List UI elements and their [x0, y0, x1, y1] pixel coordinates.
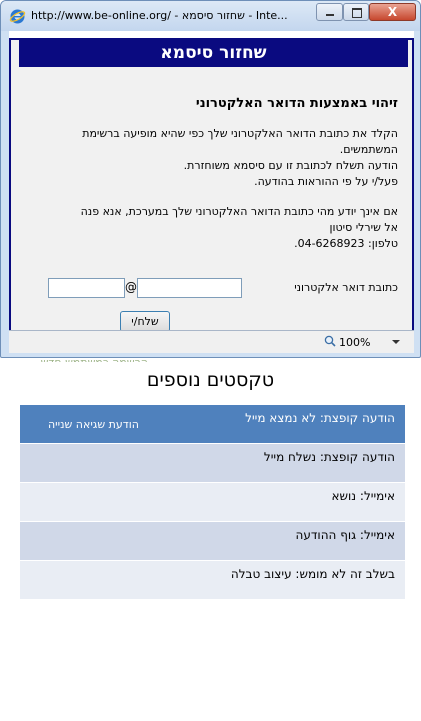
- messages-table: הודעה קופצת: לא נמצא מייל הודעת שגיאה שנ…: [20, 405, 405, 600]
- zoom-level[interactable]: 100%: [339, 336, 370, 349]
- close-icon: X: [387, 5, 398, 19]
- contact-line: אם אינך יודע מהי כתובת הדואר האלקטרוני ש…: [80, 205, 398, 218]
- window-title: http://www.be-online.org/ - שחזור סיסמא …: [31, 9, 288, 22]
- status-bar: 100%: [9, 330, 414, 353]
- instructions-line: הקלד את כתובת הדואר האלקטרוני שלך כפי שה…: [82, 127, 398, 140]
- table-row: אימייל: נושא: [20, 483, 405, 522]
- section-title: טקסטים נוספים: [146, 369, 275, 391]
- page-banner: שחזור סיסמא: [19, 40, 408, 67]
- instructions-line: הודעה תשלח לכתובת זו עם סיסמא משוחזרת.: [183, 159, 398, 172]
- instructions-line: פעל/י על פי ההוראות בהודעה.: [254, 175, 398, 188]
- page-heading: זיהוי באמצעות הדואר האלקטרוני: [195, 96, 398, 111]
- table-cell: הודעה קופצת: לא נמצא מייל: [245, 411, 395, 425]
- browser-window: http://www.be-online.org/ - שחזור סיסמא …: [0, 0, 421, 358]
- table-cell: הודעה קופצת: נשלח מייל: [263, 450, 395, 464]
- table-row: הודעה קופצת: לא נמצא מייל הודעת שגיאה שנ…: [20, 405, 405, 444]
- table-cell: אימייל: נושא: [331, 489, 396, 503]
- close-button[interactable]: X: [369, 3, 416, 21]
- instructions-line: המשתמשים.: [339, 143, 398, 156]
- chevron-down-icon[interactable]: [392, 340, 400, 344]
- page-viewport: שחזור סיסמא זיהוי באמצעות הדואר האלקטרונ…: [9, 31, 414, 330]
- email-user-input[interactable]: [137, 278, 242, 298]
- background-link-text: הרשמה כמשתמש חדש: [18, 356, 148, 362]
- send-button[interactable]: שלח/י: [120, 311, 170, 330]
- table-cell-note: הודעת שגיאה שנייה: [48, 418, 139, 431]
- at-sign: @: [125, 280, 137, 294]
- table-row: בשלב זה לא מומש: עיצוב טבלה: [20, 561, 405, 600]
- zoom-icon: [324, 335, 336, 347]
- internet-explorer-icon: [9, 9, 26, 24]
- password-recovery-panel: שחזור סיסמא זיהוי באמצעות הדואר האלקטרונ…: [9, 38, 414, 330]
- minimize-button[interactable]: [316, 3, 343, 21]
- contact-paragraph: אם אינך יודע מהי כתובת הדואר האלקטרוני ש…: [28, 204, 398, 252]
- contact-phone: טלפון: 04-6268923.: [294, 237, 398, 250]
- table-cell: אימייל: גוף ההודעה: [295, 528, 395, 542]
- email-label: כתובת דואר אלקטרוני: [294, 281, 398, 294]
- contact-line: אל שירלי סיטון: [329, 221, 399, 234]
- email-domain-input[interactable]: [48, 278, 125, 298]
- window-titlebar[interactable]: http://www.be-online.org/ - שחזור סיסמא …: [1, 1, 420, 31]
- table-row: הודעה קופצת: נשלח מייל: [20, 444, 405, 483]
- instructions-paragraph: הקלד את כתובת הדואר האלקטרוני שלך כפי שה…: [28, 126, 398, 190]
- maximize-button[interactable]: [343, 3, 369, 21]
- table-cell: בשלב זה לא מומש: עיצוב טבלה: [230, 567, 395, 581]
- table-row: אימייל: גוף ההודעה: [20, 522, 405, 561]
